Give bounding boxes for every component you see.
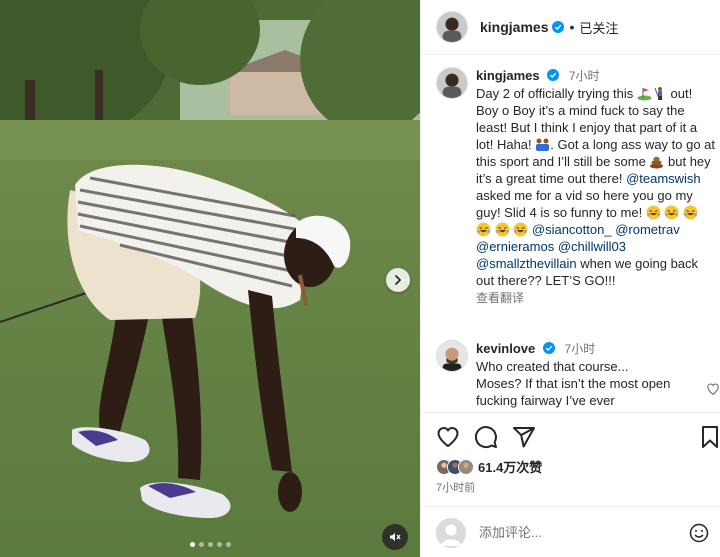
mute-button[interactable] — [382, 524, 408, 550]
action-buttons — [436, 425, 536, 449]
verified-badge-icon — [542, 342, 555, 354]
carousel-indicator — [190, 542, 231, 547]
post-sidebar: kingjames • 已关注 kingjames 7小时 Day 2 of o… — [420, 0, 720, 557]
following-button[interactable]: 已关注 — [579, 18, 618, 37]
post-media[interactable] — [0, 0, 420, 557]
bookmark-icon[interactable] — [700, 425, 720, 449]
carousel-dot — [190, 542, 195, 547]
mention-link[interactable]: @rometrav — [615, 222, 680, 237]
comment-time[interactable]: 7小时 — [565, 342, 596, 356]
commenter-avatar[interactable] — [436, 340, 468, 372]
golf-photo — [0, 0, 420, 557]
likes-count[interactable]: 61.4万次赞 — [478, 457, 542, 476]
verified-badge-icon — [552, 21, 565, 33]
heart-icon[interactable] — [436, 425, 460, 449]
chevron-right-icon — [395, 275, 401, 285]
comment-text: Who created that course... Moses? If tha… — [476, 359, 671, 408]
post-timestamp[interactable]: 7小时前 — [436, 479, 475, 495]
carousel-dot — [199, 542, 204, 547]
commenter-avatar-image — [437, 341, 467, 371]
comments-section: kingjames 7小时 Day 2 of officially trying… — [421, 56, 720, 412]
author-avatar[interactable] — [436, 11, 468, 43]
comment-item: kevinlove 7小时 Who created that course...… — [436, 340, 720, 409]
rofl-emoji-icon — [664, 205, 679, 220]
mention-link[interactable]: @ernieramos — [476, 239, 554, 254]
pile-of-poo-emoji-icon — [650, 156, 664, 169]
commenter-username[interactable]: kevinlove — [476, 341, 535, 356]
caption-time[interactable]: 7小时 — [569, 69, 600, 83]
rofl-emoji-icon — [476, 222, 491, 237]
rofl-emoji-icon — [513, 222, 528, 237]
comment-bubble-icon[interactable] — [474, 425, 498, 449]
golfer-emoji-icon — [654, 87, 662, 100]
like-comment-icon[interactable] — [706, 382, 720, 396]
see-translation-link[interactable]: 查看翻译 — [476, 290, 716, 307]
author-username[interactable]: kingjames — [480, 19, 548, 35]
current-user-avatar — [436, 517, 466, 548]
post-actions: 61.4万次赞 7小时前 — [421, 412, 720, 557]
author-avatar-image — [437, 12, 467, 42]
speaker-muted-icon — [390, 533, 401, 541]
liker-avatar — [458, 458, 474, 475]
paper-plane-icon[interactable] — [512, 425, 536, 449]
rofl-emoji-icon — [683, 205, 698, 220]
rofl-emoji-icon — [495, 222, 510, 237]
caption-text: Day 2 of officially trying this out! Boy… — [476, 85, 716, 289]
add-comment-row — [421, 506, 720, 557]
add-comment-input[interactable] — [479, 525, 659, 540]
mention-link[interactable]: @teamswish — [626, 171, 701, 186]
post-caption: kingjames 7小时 Day 2 of officially trying… — [436, 67, 718, 307]
mention-link[interactable]: @chillwill03 — [558, 239, 626, 254]
carousel-dot — [226, 542, 231, 547]
rofl-emoji-icon — [646, 205, 661, 220]
comment-body: kevinlove 7小时 Who created that course...… — [476, 340, 676, 409]
smiley-icon[interactable] — [689, 523, 709, 543]
likes-row: 61.4万次赞 — [436, 457, 542, 476]
post-header: kingjames • 已关注 — [421, 0, 720, 55]
caption-avatar-image — [437, 68, 467, 98]
caption-text-segment: Day 2 of officially trying this — [476, 86, 637, 101]
mention-link[interactable]: @smallzthevillain — [476, 256, 577, 271]
caption-username[interactable]: kingjames — [476, 68, 540, 83]
men-wrestling-emoji-icon — [536, 138, 550, 151]
caption-author-avatar[interactable] — [436, 67, 468, 99]
caption-body: kingjames 7小时 Day 2 of officially trying… — [476, 67, 716, 307]
separator-dot: • — [569, 19, 575, 35]
carousel-dot — [208, 542, 213, 547]
carousel-dot — [217, 542, 222, 547]
mention-link[interactable]: @siancotton_ — [532, 222, 612, 237]
verified-badge-icon — [547, 69, 560, 81]
golf-flag-emoji-icon — [637, 88, 652, 101]
next-slide-button[interactable] — [386, 268, 410, 292]
